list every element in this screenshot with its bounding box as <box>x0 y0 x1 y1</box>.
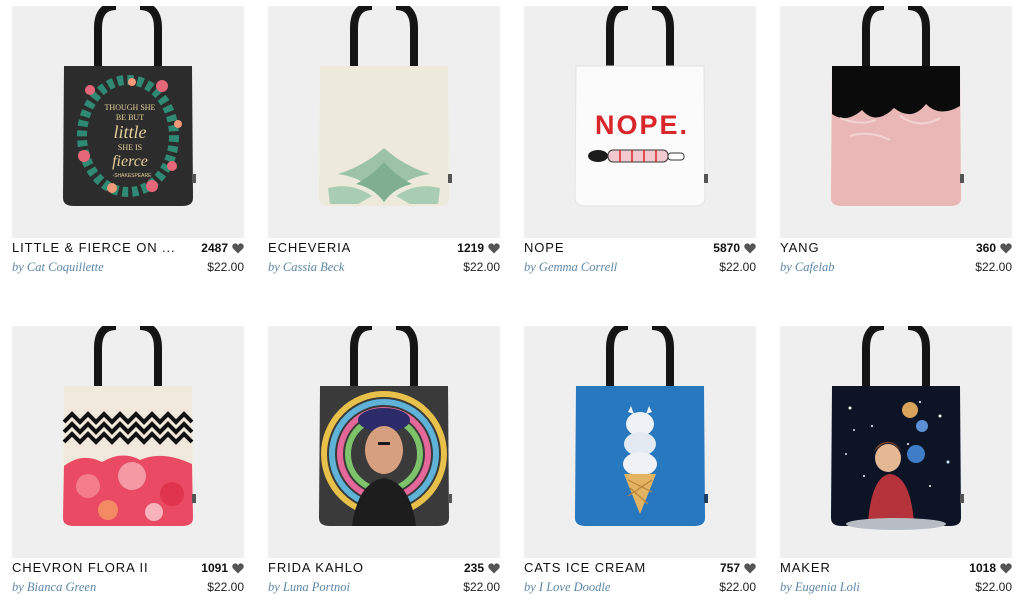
product-card: NOPE. NOPE 5870 by Gemma Correll $22.00 <box>524 6 756 282</box>
like-count: 2487 <box>201 241 244 255</box>
art-text-nope: NOPE. <box>595 110 689 140</box>
heart-icon[interactable] <box>1000 242 1012 254</box>
heart-icon[interactable] <box>744 562 756 574</box>
tote-bag-illustration <box>831 326 964 530</box>
art-text-line: -SHAKESPEARE <box>113 173 153 179</box>
product-title[interactable]: MAKER <box>780 560 950 575</box>
like-count-value: 1219 <box>457 241 484 255</box>
like-count-value: 5870 <box>713 241 740 255</box>
like-count-value: 235 <box>463 561 484 575</box>
product-title[interactable]: CHEVRON FLORA II <box>12 560 182 575</box>
product-card: THOUGH SHE BE BUT little SHE IS fierce -… <box>12 6 244 282</box>
tote-bag-illustration: THOUGH SHE BE BUT little SHE IS fierce -… <box>63 6 196 206</box>
product-image[interactable]: THOUGH SHE BE BUT little SHE IS fierce -… <box>12 6 244 238</box>
artist-link[interactable]: by I Love Doodle <box>524 580 610 595</box>
product-card: CATS ICE CREAM 757 by I Love Doodle $22.… <box>524 326 756 602</box>
tote-bag-illustration <box>831 6 964 206</box>
product-image[interactable] <box>780 326 1012 558</box>
product-image[interactable] <box>268 6 500 238</box>
product-title[interactable]: NOPE <box>524 240 694 255</box>
like-count-value: 1018 <box>969 561 996 575</box>
product-card: YANG 360 by Cafelab $22.00 <box>780 6 1012 282</box>
heart-icon[interactable] <box>488 562 500 574</box>
like-count: 360 <box>976 241 1012 255</box>
artist-link[interactable]: by Eugenia Loli <box>780 580 860 595</box>
like-count: 757 <box>720 561 756 575</box>
tote-bag-illustration <box>319 6 452 206</box>
like-count: 1091 <box>201 561 244 575</box>
art-text-line: THOUGH SHE <box>105 103 156 112</box>
tote-bag-illustration <box>575 326 708 526</box>
product-card: FRIDA KAHLO 235 by Luna Portnoi $22.00 <box>268 326 500 602</box>
heart-icon[interactable] <box>232 562 244 574</box>
product-title[interactable]: ECHEVERIA <box>268 240 438 255</box>
product-image[interactable] <box>268 326 500 558</box>
product-card: ECHEVERIA 1219 by Cassia Beck $22.00 <box>268 6 500 282</box>
product-grid: THOUGH SHE BE BUT little SHE IS fierce -… <box>0 0 1022 604</box>
art-text-line: little <box>114 122 147 142</box>
product-price: $22.00 <box>719 260 756 274</box>
product-title[interactable]: LITTLE & FIERCE ON ... <box>12 240 182 255</box>
heart-icon[interactable] <box>232 242 244 254</box>
like-count-value: 1091 <box>201 561 228 575</box>
like-count: 1018 <box>969 561 1012 575</box>
like-count: 1219 <box>457 241 500 255</box>
like-count-value: 360 <box>975 241 996 255</box>
product-title[interactable]: YANG <box>780 240 950 255</box>
product-price: $22.00 <box>719 580 756 594</box>
tote-bag-illustration <box>62 326 196 526</box>
product-price: $22.00 <box>975 580 1012 594</box>
heart-icon[interactable] <box>744 242 756 254</box>
like-count: 5870 <box>713 241 756 255</box>
artist-link[interactable]: by Bianca Green <box>12 580 96 595</box>
product-image[interactable]: NOPE. <box>524 6 756 238</box>
tote-bag-illustration <box>319 326 452 526</box>
product-card: MAKER 1018 by Eugenia Loli $22.00 <box>780 326 1012 602</box>
product-card: CHEVRON FLORA II 1091 by Bianca Green $2… <box>12 326 244 602</box>
product-image[interactable] <box>524 326 756 558</box>
product-title[interactable]: CATS ICE CREAM <box>524 560 694 575</box>
product-price: $22.00 <box>207 260 244 274</box>
art-text-line: fierce <box>112 153 148 170</box>
art-text-line: SHE IS <box>118 143 142 152</box>
like-count-value: 757 <box>719 561 740 575</box>
product-price: $22.00 <box>975 260 1012 274</box>
like-count-value: 2487 <box>201 241 228 255</box>
product-image[interactable] <box>780 6 1012 238</box>
like-count: 235 <box>464 561 500 575</box>
product-title[interactable]: FRIDA KAHLO <box>268 560 438 575</box>
artist-link[interactable]: by Cassia Beck <box>268 260 344 275</box>
art-text-line: BE BUT <box>116 113 144 122</box>
artist-link[interactable]: by Cafelab <box>780 260 835 275</box>
artist-link[interactable]: by Cat Coquillette <box>12 260 104 275</box>
product-price: $22.00 <box>207 580 244 594</box>
product-image[interactable] <box>12 326 244 558</box>
heart-icon[interactable] <box>1000 562 1012 574</box>
product-price: $22.00 <box>463 580 500 594</box>
artist-link[interactable]: by Gemma Correll <box>524 260 617 275</box>
heart-icon[interactable] <box>488 242 500 254</box>
tote-bag-illustration: NOPE. <box>574 6 708 207</box>
product-price: $22.00 <box>463 260 500 274</box>
artist-link[interactable]: by Luna Portnoi <box>268 580 350 595</box>
